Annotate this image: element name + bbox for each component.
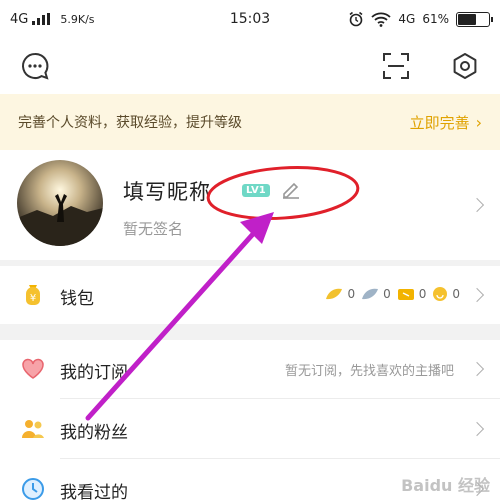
chevron-right-icon xyxy=(469,287,485,303)
signature: 暂无签名 xyxy=(123,220,184,238)
wallet-balances: 0 0 0 0 xyxy=(325,286,460,302)
wallet-row[interactable]: ¥ 钱包 0 0 0 0 xyxy=(0,266,500,324)
smile-coin-icon xyxy=(433,287,448,301)
network-type: 4G xyxy=(10,11,29,27)
chevron-right-icon xyxy=(469,421,485,437)
complete-now-button[interactable]: 立即完善 › xyxy=(410,112,482,133)
network-type-right: 4G xyxy=(398,12,416,26)
balance-silver: 0 xyxy=(383,287,391,301)
subscription-hint: 暂无订阅，先找喜欢的主播吧 xyxy=(284,364,454,379)
profile-card[interactable]: 填写昵称 LV1 暂无签名 xyxy=(0,150,500,260)
balance-gold: 0 xyxy=(347,287,356,301)
avatar[interactable] xyxy=(17,160,103,246)
level-badge: LV1 xyxy=(242,184,270,197)
divider xyxy=(60,458,500,459)
list-item-subscriptions[interactable]: 我的订阅 暂无订阅，先找喜欢的主播吧 xyxy=(0,340,500,398)
nickname[interactable]: 填写昵称 xyxy=(123,176,211,206)
chevron-right-icon: › xyxy=(475,112,482,132)
complete-now-label: 立即完善 xyxy=(409,113,470,132)
list-item-label: 我的粉丝 xyxy=(60,423,128,443)
list-item-label: 我看过的 xyxy=(60,483,128,500)
balance-coin: 0 xyxy=(452,287,460,301)
list-item-fans[interactable]: 我的粉丝 xyxy=(0,400,500,458)
signal-icon xyxy=(32,13,51,25)
wallet-label: 钱包 xyxy=(60,289,94,309)
list-item-label: 我的订阅 xyxy=(60,363,128,383)
gold-leaf-icon xyxy=(326,288,343,300)
chevron-right-icon xyxy=(469,361,485,377)
ticket-icon xyxy=(397,289,414,300)
heart-icon xyxy=(20,356,46,382)
message-icon[interactable] xyxy=(17,48,53,84)
scan-icon[interactable] xyxy=(378,48,414,84)
edit-pencil-icon[interactable] xyxy=(280,178,302,200)
status-bar: 4G 5.9K/s 15:03 4G 61% xyxy=(0,0,500,38)
wifi-icon xyxy=(371,12,392,27)
money-bag-icon: ¥ xyxy=(20,282,46,308)
watermark: Baidu 经验 xyxy=(401,476,490,495)
chevron-right-icon xyxy=(469,197,485,213)
svg-text:¥: ¥ xyxy=(30,293,36,304)
settings-icon[interactable] xyxy=(447,48,483,84)
silver-leaf-icon xyxy=(362,288,379,300)
divider xyxy=(60,398,500,399)
alarm-icon xyxy=(349,11,363,27)
promo-text: 完善个人资料，获取经验，提升等级 xyxy=(18,115,242,131)
balance-ticket: 0 xyxy=(418,287,427,301)
battery-icon xyxy=(456,11,493,27)
clock-icon xyxy=(20,476,46,500)
battery-percent: 61% xyxy=(422,12,449,26)
top-bar xyxy=(0,38,500,94)
complete-profile-banner[interactable]: 完善个人资料，获取经验，提升等级 立即完善 › xyxy=(0,94,500,150)
fans-icon xyxy=(20,416,46,442)
network-speed: 5.9K/s xyxy=(60,12,95,26)
